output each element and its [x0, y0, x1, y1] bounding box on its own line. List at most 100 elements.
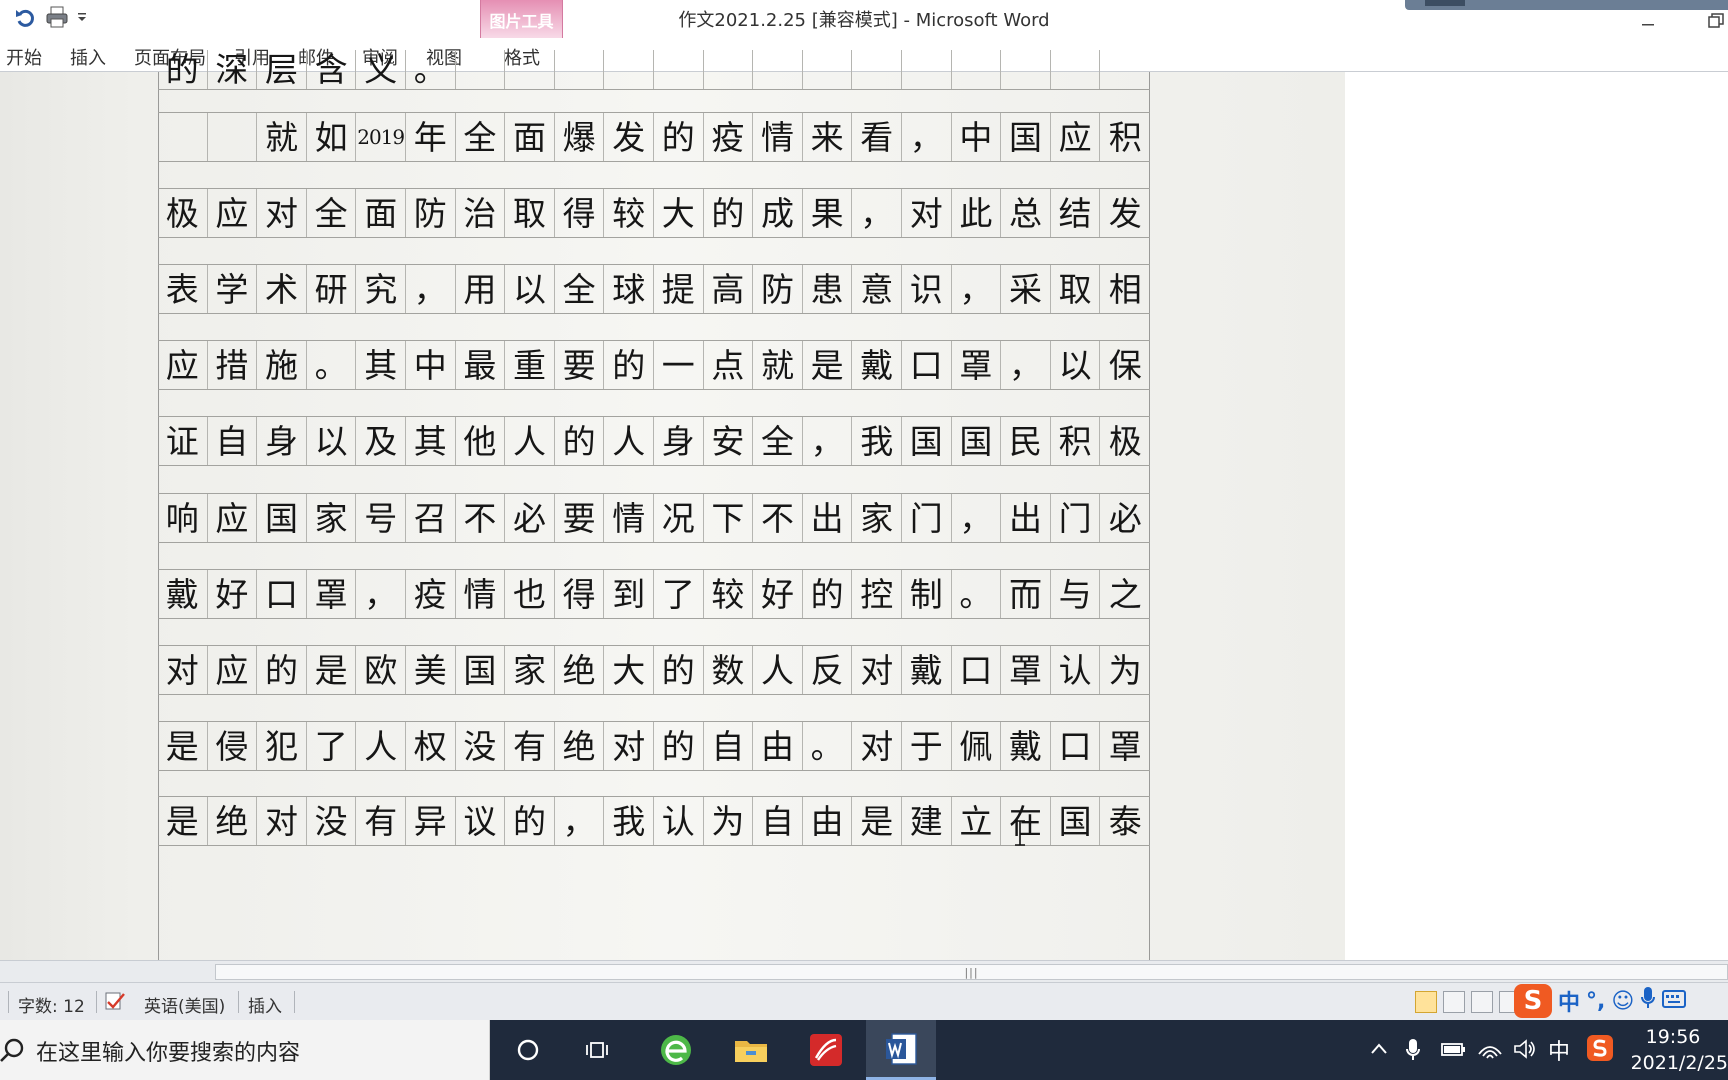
word-count[interactable]: 字数: 12 [18, 992, 85, 1017]
grid-cell: 罩 [1001, 646, 1051, 694]
tab-insert[interactable]: 插入 [70, 44, 106, 70]
grid-cell [654, 50, 704, 89]
grid-cell: 国 [1001, 113, 1051, 161]
scrollbar-thumb[interactable]: ||| [215, 964, 1728, 980]
grid-cell: 情 [753, 113, 803, 161]
grid-cell: 2019 [356, 113, 406, 161]
grid-cell: 安 [704, 417, 754, 465]
grid-cell: 究 [356, 265, 406, 313]
grid-cell: 由 [803, 797, 853, 845]
grid-cell: 结 [1051, 189, 1101, 237]
grid-cell [456, 50, 506, 89]
ime-keyboard-icon[interactable] [1662, 989, 1687, 1014]
input-language-indicator[interactable]: 中 [1548, 1034, 1570, 1066]
grid-cell: 用 [456, 265, 506, 313]
insert-mode-indicator[interactable]: 插入 [248, 992, 282, 1017]
grid-cell: 戴 [902, 646, 952, 694]
status-bar: 字数: 12 英语(美国) 插入 [0, 982, 1728, 1020]
grid-cell: 数 [704, 646, 754, 694]
sogou-tray-icon[interactable] [1586, 1034, 1614, 1066]
grid-cell: 极 [158, 189, 208, 237]
grid-cell: 人 [604, 417, 654, 465]
task-view-button[interactable] [563, 1020, 633, 1080]
grid-cell: 绝 [555, 646, 605, 694]
grid-cell: 其 [406, 417, 456, 465]
print-layout-view-icon[interactable] [1415, 991, 1437, 1013]
grid-cell: 没 [307, 797, 357, 845]
grid-cell: 人 [753, 646, 803, 694]
sogou-ime-logo[interactable]: S [1514, 984, 1552, 1018]
grid-cell: 的 [654, 646, 704, 694]
battery-icon[interactable] [1440, 1038, 1466, 1064]
reader-app-button[interactable] [791, 1020, 861, 1080]
full-screen-reading-view-icon[interactable] [1443, 991, 1465, 1013]
grid-cell: 戴 [1001, 722, 1051, 770]
ime-punctuation-mode[interactable]: °, [1586, 989, 1605, 1014]
grid-cell: 对 [257, 797, 307, 845]
search-placeholder: 在这里输入你要搜索的内容 [36, 1041, 301, 1066]
grid-cell: 要 [555, 341, 605, 389]
grid-cell: 应 [208, 189, 258, 237]
grid-cell: 证 [158, 417, 208, 465]
tab-home[interactable]: 开始 [6, 44, 42, 70]
grid-cell: 积 [1108, 117, 1142, 157]
grid-cell: 泰 [1108, 801, 1142, 841]
cortana-button[interactable] [493, 1020, 563, 1080]
ime-voice-icon[interactable] [1640, 986, 1656, 1016]
grid-cell: 以 [307, 417, 357, 465]
system-clock[interactable]: 19:56 2021/2/25 [1618, 1024, 1728, 1076]
grid-cell: 了 [307, 722, 357, 770]
ie-browser-button[interactable] [641, 1020, 711, 1080]
taskbar-search-box[interactable]: 在这里输入你要搜索的内容 [0, 1020, 490, 1080]
grid-cell: 对 [158, 646, 208, 694]
grid-cell: 发 [604, 113, 654, 161]
ime-emoji-icon[interactable]: ☺ [1611, 989, 1634, 1014]
volume-icon[interactable] [1513, 1038, 1537, 1064]
horizontal-scrollbar[interactable]: ||| [0, 960, 1728, 982]
grid-cell: 不 [456, 494, 506, 542]
grid-cell: 与 [1051, 570, 1101, 618]
grid-cell: 义 [356, 50, 406, 89]
file-explorer-button[interactable] [716, 1020, 786, 1080]
ime-chinese-mode[interactable]: 中 [1558, 985, 1580, 1017]
restore-button[interactable] [1698, 8, 1728, 34]
grid-cell: 就 [257, 113, 307, 161]
grid-cell: 我 [604, 797, 654, 845]
grid-cell: ， [406, 265, 456, 313]
grid-cell: 身 [257, 417, 307, 465]
grid-cell: 防 [753, 265, 803, 313]
web-layout-view-icon[interactable] [1471, 991, 1493, 1013]
minimize-button[interactable] [1630, 8, 1666, 34]
grid-cell: 。 [803, 722, 853, 770]
show-hidden-icons-button[interactable] [1370, 1038, 1388, 1064]
grid-cell: 较 [604, 189, 654, 237]
grid-cell: 全 [753, 417, 803, 465]
grid-cell: 提 [654, 265, 704, 313]
grid-cell: 出 [1001, 494, 1051, 542]
grid-cell: 口 [257, 570, 307, 618]
grid-cell: 异 [406, 797, 456, 845]
wifi-icon[interactable] [1477, 1038, 1503, 1064]
grid-cell: 必 [505, 494, 555, 542]
grid-cell: 。 [406, 50, 456, 89]
word-app-button[interactable] [866, 1020, 936, 1080]
grid-cell [208, 113, 258, 161]
grid-cell: 的 [704, 189, 754, 237]
grid-cell: 术 [257, 265, 307, 313]
grid-cell: 的 [654, 722, 704, 770]
grid-cell: 以 [505, 265, 555, 313]
proofing-icon[interactable] [104, 990, 128, 1017]
grid-cell: 含 [307, 50, 357, 89]
grid-cell: 情 [604, 494, 654, 542]
microphone-icon[interactable] [1405, 1038, 1421, 1066]
grid-cell: 也 [505, 570, 555, 618]
grid-cell: 应 [208, 646, 258, 694]
grid-cell: 自 [208, 417, 258, 465]
language-indicator[interactable]: 英语(美国) [144, 992, 225, 1017]
grid-cell: 为 [1108, 650, 1142, 690]
grid-cell: 控 [852, 570, 902, 618]
grid-cell: 有 [505, 722, 555, 770]
essay-grid-image[interactable]: 的深层含义。 就如 2019 年全面爆发的疫情来看，中国应积极应对全面防治取得较大的… [158, 50, 1150, 960]
scroll-grip-icon: ||| [964, 965, 979, 979]
grid-cell: 罩 [1108, 726, 1142, 766]
